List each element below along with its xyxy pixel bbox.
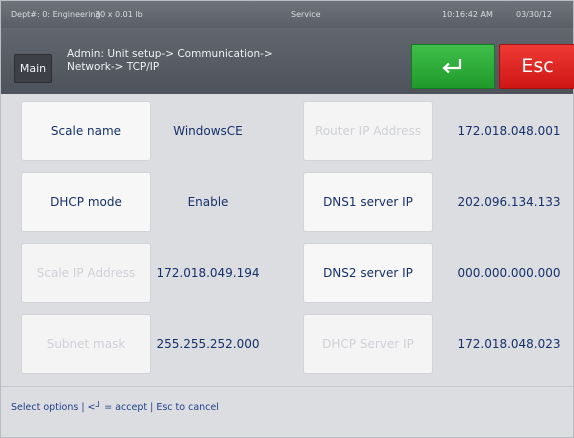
esc-button[interactable]: Esc	[499, 44, 574, 89]
dhcp-mode-button[interactable]: DHCP mode	[21, 172, 151, 232]
dns1-server-button[interactable]: DNS1 server IP	[303, 172, 433, 232]
accept-button[interactable]	[411, 44, 495, 89]
scale-ip-value: 172.018.049.194	[156, 266, 260, 280]
main-button[interactable]: Main	[14, 54, 52, 83]
status-date: 03/30/12	[516, 10, 552, 19]
dhcp-mode-value: Enable	[187, 195, 229, 209]
router-ip-value: 172.018.048.001	[457, 124, 561, 138]
enter-return-icon	[442, 59, 462, 74]
breadcrumb-line-1: Admin: Unit setup-> Communication->	[67, 48, 273, 60]
footer-divider	[1, 386, 573, 387]
dhcp-server-ip-button: DHCP Server IP	[303, 314, 433, 374]
footer-hint: Select options | <┘ = accept | Esc to ca…	[11, 402, 219, 413]
status-time: 10:16:42 AM	[442, 10, 493, 19]
scale-ip-button: Scale IP Address	[21, 243, 151, 303]
subnet-mask-value: 255.255.252.000	[156, 337, 260, 351]
status-department: Dept#: 0: Engineering	[11, 10, 101, 19]
dns1-server-value: 202.096.134.133	[457, 195, 561, 209]
breadcrumb-line-2: Network-> TCP/IP	[67, 61, 160, 73]
router-ip-button: Router IP Address	[303, 101, 433, 161]
header: Main Admin: Unit setup-> Communication->…	[1, 28, 574, 94]
scale-name-button[interactable]: Scale name	[21, 101, 151, 161]
breadcrumb: Admin: Unit setup-> Communication-> Netw…	[67, 48, 367, 74]
status-mode: Service	[291, 10, 321, 19]
scale-settings-screen: Dept#: 0: Engineering 30 x 0.01 lb Servi…	[0, 0, 574, 438]
subnet-mask-button: Subnet mask	[21, 314, 151, 374]
dns2-server-value: 000.000.000.000	[457, 266, 561, 280]
scale-name-value: WindowsCE	[173, 124, 243, 138]
status-bar: Dept#: 0: Engineering 30 x 0.01 lb Servi…	[1, 1, 573, 28]
status-capacity: 30 x 0.01 lb	[95, 10, 143, 19]
dhcp-server-ip-value: 172.018.048.023	[457, 337, 561, 351]
dns2-server-button[interactable]: DNS2 server IP	[303, 243, 433, 303]
